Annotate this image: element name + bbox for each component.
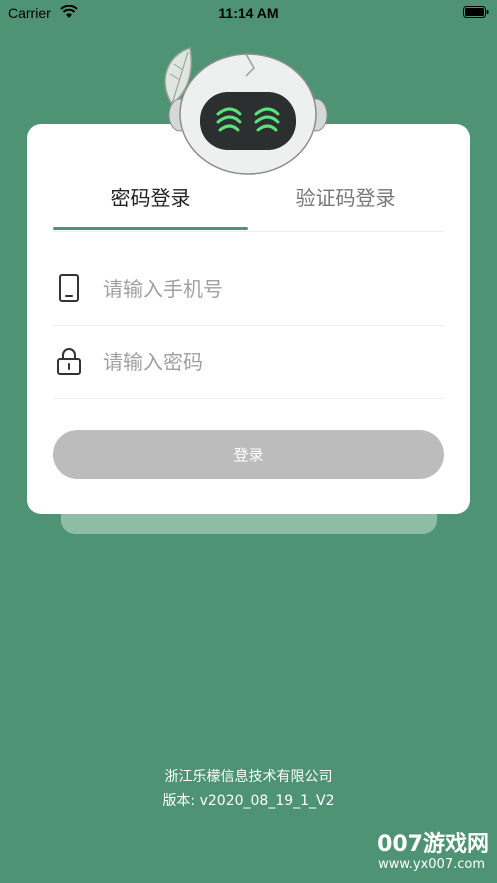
tab-indicator <box>53 227 248 230</box>
phone-field-row <box>53 252 444 326</box>
status-bar: Carrier 11:14 AM <box>0 0 497 26</box>
watermark-brand: 007游戏网 <box>377 832 489 857</box>
status-time: 11:14 AM <box>218 5 279 21</box>
version-label: 版本: v2020_08_19_1_V2 <box>162 793 335 809</box>
password-input[interactable] <box>101 343 435 381</box>
watermark-url: www.yx007.com <box>378 857 485 872</box>
battery-icon <box>463 6 489 18</box>
company-name: 浙江乐檬信息技术有限公司 <box>164 769 333 785</box>
tab-code-login[interactable]: 验证码登录 <box>248 182 443 211</box>
phone-icon <box>59 274 79 302</box>
login-card: 密码登录 验证码登录 登录 <box>27 124 470 514</box>
robot-mascot-icon <box>164 47 328 175</box>
tab-password-login[interactable]: 密码登录 <box>53 182 248 211</box>
login-button[interactable]: 登录 <box>53 430 444 479</box>
phone-input[interactable] <box>101 270 435 308</box>
password-field-row <box>53 325 444 399</box>
lock-icon <box>57 348 81 375</box>
